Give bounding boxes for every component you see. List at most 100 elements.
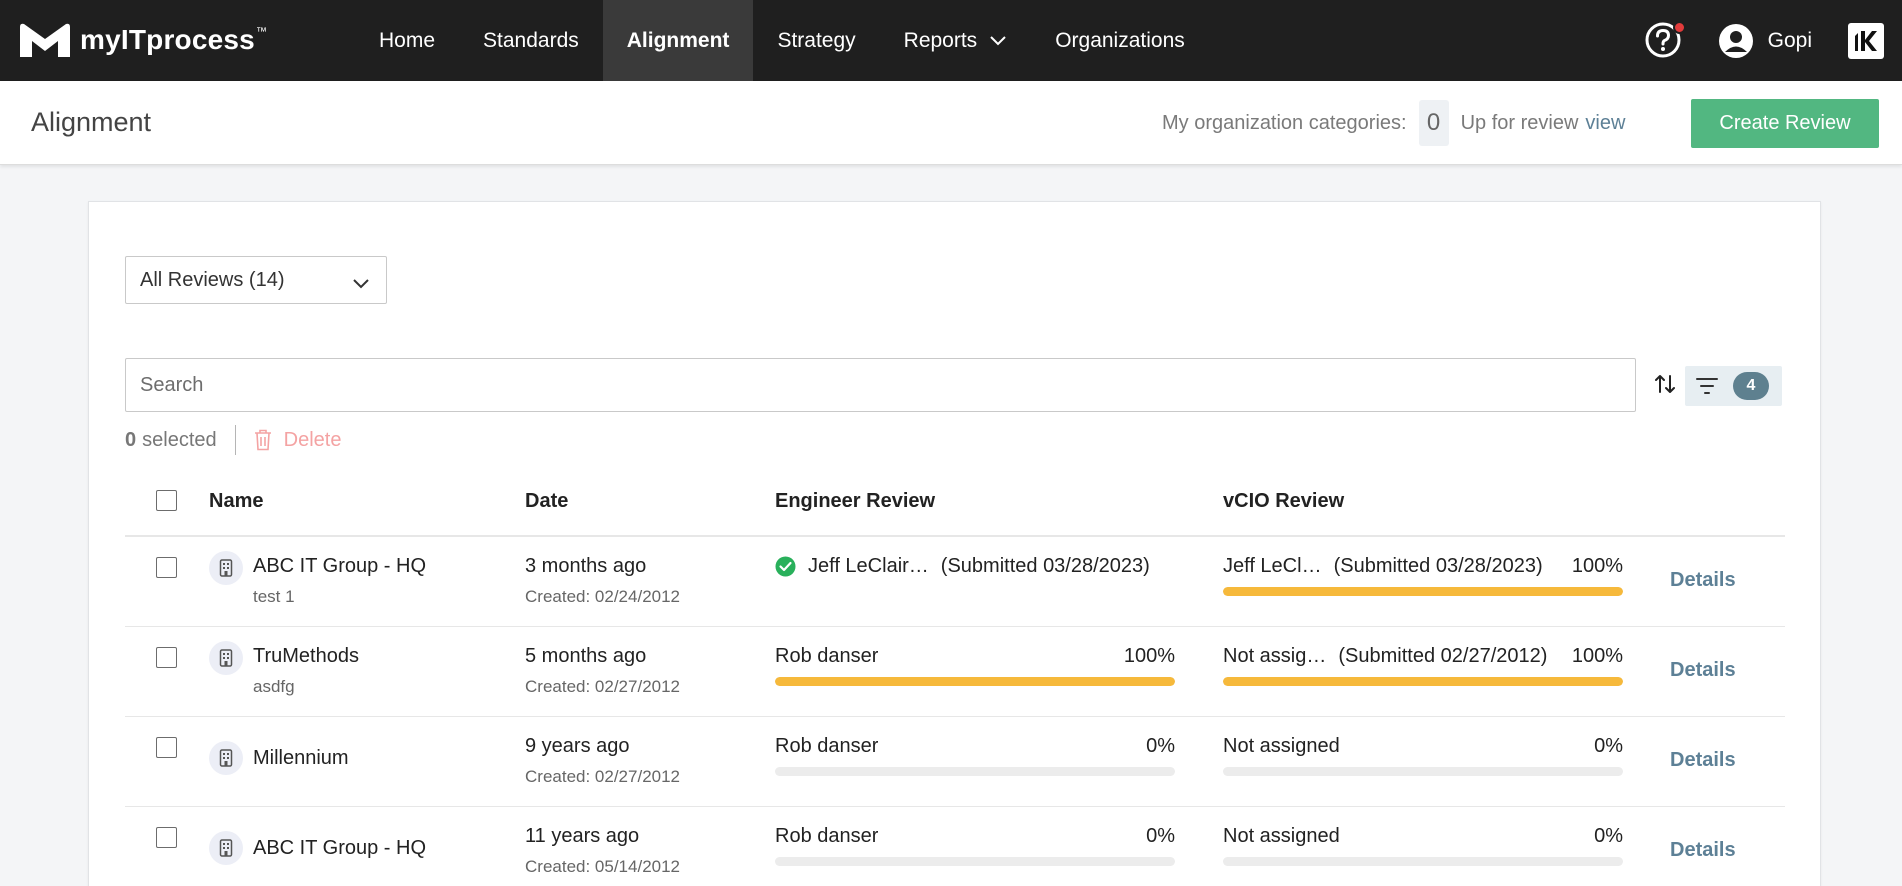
chevron-down-icon xyxy=(352,273,370,296)
relative-date: 3 months ago xyxy=(525,555,647,577)
filter-button[interactable]: 4 xyxy=(1685,366,1782,406)
table-row: ABC IT Group - HQ test 1 3 months ago Cr… xyxy=(125,537,1785,627)
review-percent: 0% xyxy=(1146,735,1175,757)
column-header-name[interactable]: Name xyxy=(209,490,263,513)
review-status: (Submitted 02/27/2012) xyxy=(1338,645,1548,667)
reviewer-name: Rob danser xyxy=(775,645,879,667)
vcio-review-cell: Jeff LeCl… (Submitted 03/28/2023) 100% xyxy=(1223,555,1623,615)
nav-right: Gopi xyxy=(1644,0,1902,81)
review-status: (Submitted 03/28/2023) xyxy=(940,555,1150,577)
nav-standards[interactable]: Standards xyxy=(459,0,603,81)
table-row: ABC IT Group - HQ 11 years ago Created: … xyxy=(125,807,1785,886)
row-checkbox[interactable] xyxy=(156,647,177,668)
page-title: Alignment xyxy=(31,107,152,137)
building-icon xyxy=(209,741,243,775)
relative-date: 9 years ago xyxy=(525,735,630,757)
org-categories: My organization categories: 0 Up for rev… xyxy=(1162,95,1625,151)
view-link[interactable]: view xyxy=(1585,112,1625,135)
reviews-filter-select[interactable]: All Reviews (14) xyxy=(125,256,387,304)
table-header: Name Date Engineer Review vCIO Review xyxy=(125,464,1785,537)
reviewer-name: Not assigned xyxy=(1223,735,1340,757)
up-for-review-label: Up for review xyxy=(1460,111,1579,134)
nav-organizations[interactable]: Organizations xyxy=(1031,0,1209,81)
nav-home[interactable]: Home xyxy=(355,0,459,81)
brand-name: myITprocess xyxy=(80,24,255,55)
building-icon xyxy=(209,551,243,585)
row-checkbox[interactable] xyxy=(156,557,177,578)
user-avatar-icon xyxy=(1718,23,1753,58)
notification-dot xyxy=(1672,20,1686,34)
filter-icon xyxy=(1696,378,1718,394)
org-categories-count: 0 xyxy=(1418,100,1449,146)
engineer-review-cell: Rob danser 0% xyxy=(775,735,1175,795)
review-status: (Submitted 03/28/2023) xyxy=(1333,555,1543,577)
reviewer-name: Jeff LeClair… xyxy=(808,555,929,577)
selection-bar: 0 selected Delete xyxy=(125,424,341,456)
table-row: Millennium 9 years ago Created: 02/27/20… xyxy=(125,717,1785,807)
progress-fill xyxy=(775,677,1175,686)
progress-bar xyxy=(1223,767,1623,776)
relative-date: 11 years ago xyxy=(525,825,640,847)
select-all-checkbox[interactable] xyxy=(156,490,177,511)
row-checkbox[interactable] xyxy=(156,737,177,758)
selected-count: 0 xyxy=(125,428,137,451)
reviews-card: All Reviews (14) 4 0 selected Delete Nam… xyxy=(88,201,1821,886)
user-menu[interactable]: Gopi xyxy=(1718,23,1812,59)
progress-bar xyxy=(1223,587,1623,596)
nav-alignment[interactable]: Alignment xyxy=(602,0,754,81)
progress-bar xyxy=(775,677,1175,686)
table-row: TruMethods asdfg 5 months ago Created: 0… xyxy=(125,627,1785,717)
details-link[interactable]: Details xyxy=(1670,839,1736,862)
progress-fill xyxy=(1223,587,1623,596)
review-percent: 0% xyxy=(1594,735,1623,757)
reviewer-name: Not assig… xyxy=(1223,645,1327,667)
details-link[interactable]: Details xyxy=(1670,749,1736,772)
review-percent: 0% xyxy=(1146,825,1175,847)
top-navbar: myITprocess ™ Home Standards Alignment St… xyxy=(0,0,1902,81)
user-name: Gopi xyxy=(1767,28,1812,52)
details-link[interactable]: Details xyxy=(1670,659,1736,682)
delete-button[interactable]: Delete xyxy=(254,429,341,452)
search-input[interactable] xyxy=(125,358,1636,412)
brand-logo[interactable]: myITprocess ™ xyxy=(18,18,267,62)
row-checkbox[interactable] xyxy=(156,827,177,848)
column-header-vcio-review[interactable]: vCIO Review xyxy=(1223,490,1344,513)
building-icon xyxy=(209,641,243,675)
selected-label: selected xyxy=(142,428,217,451)
org-categories-label: My organization categories: xyxy=(1162,111,1407,134)
create-review-button[interactable]: Create Review xyxy=(1691,99,1879,148)
sort-icon[interactable] xyxy=(1653,372,1677,401)
org-subtitle: test 1 xyxy=(253,587,295,606)
details-link[interactable]: Details xyxy=(1670,569,1736,592)
org-subtitle: asdfg xyxy=(253,677,295,696)
divider xyxy=(234,425,236,455)
org-name[interactable]: Millennium xyxy=(253,747,349,770)
org-name[interactable]: TruMethods xyxy=(253,645,359,668)
progress-fill xyxy=(1223,677,1623,686)
trash-icon xyxy=(254,429,271,451)
org-name[interactable]: ABC IT Group - HQ xyxy=(253,555,426,578)
nav-reports-label: Reports xyxy=(903,28,978,52)
building-icon xyxy=(209,831,243,865)
brand-m-icon xyxy=(20,23,70,57)
column-header-date[interactable]: Date xyxy=(525,490,568,513)
review-percent: 100% xyxy=(1123,645,1175,667)
created-date: Created: 05/14/2012 xyxy=(525,857,681,876)
nav-reports[interactable]: Reports xyxy=(880,0,1032,81)
reviewer-name: Rob danser xyxy=(775,825,879,847)
created-date: Created: 02/27/2012 xyxy=(525,767,681,786)
vcio-review-cell: Not assigned 0% xyxy=(1223,735,1623,795)
relative-date: 5 months ago xyxy=(525,645,647,667)
help-button[interactable] xyxy=(1644,20,1686,61)
page-header: Alignment My organization categories: 0 … xyxy=(0,81,1902,165)
review-percent: 100% xyxy=(1571,555,1623,577)
check-circle-icon xyxy=(775,556,796,577)
review-percent: 0% xyxy=(1594,825,1623,847)
column-header-engineer-review[interactable]: Engineer Review xyxy=(775,490,935,513)
engineer-review-cell: Rob danser 100% xyxy=(775,645,1175,705)
nav-strategy[interactable]: Strategy xyxy=(753,0,879,81)
org-name[interactable]: ABC IT Group - HQ xyxy=(253,837,426,860)
progress-bar xyxy=(1223,677,1623,686)
reviewer-name: Not assigned xyxy=(1223,825,1340,847)
app-switcher-button[interactable] xyxy=(1848,22,1884,59)
